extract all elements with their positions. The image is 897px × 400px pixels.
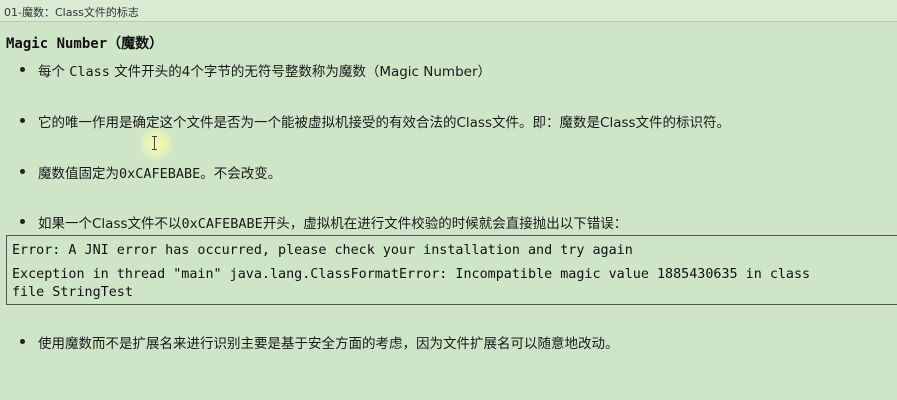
code-line: Exception in thread "main" java.lang.Cla… <box>12 267 811 282</box>
text-cursor-icon <box>152 136 157 150</box>
section-heading: Magic Number（魔数） <box>6 36 164 52</box>
class-keyword: Class <box>69 64 110 80</box>
bullet-text: 使用魔数而不是扩展名来进行识别主要是基于安全方面的考虑，因为文件扩展名可以随意地… <box>38 336 619 352</box>
bullet-text: 。不会改变。 <box>200 166 282 182</box>
cursor-highlight <box>138 126 174 162</box>
code-line: file StringTest <box>12 285 133 300</box>
bullet-text: 如果一个Class文件不以 <box>38 216 182 232</box>
error-code-block: Error: A JNI error has occurred, please … <box>6 235 897 305</box>
bullet-text: 文件开头的4个字节的无符号整数称为魔数（Magic Number） <box>109 64 492 80</box>
document-tab[interactable]: 01-魔数：Class文件的标志 <box>0 0 897 22</box>
document-tab-title: 01-魔数：Class文件的标志 <box>4 6 139 19</box>
bullet-text: 它的唯一作用是确定这个文件是否为一个能被虚拟机接受的有效合法的Class文件。即… <box>38 115 731 131</box>
magic-value: 0xCAFEBABE <box>119 166 201 182</box>
code-line: Error: A JNI error has occurred, please … <box>12 243 633 258</box>
magic-value: 0xCAFEBABE <box>181 216 263 232</box>
bullet-text: 魔数值固定为 <box>38 166 119 182</box>
bullet-text: 开头，虚拟机在进行文件校验的时候就会直接抛出以下错误： <box>262 216 628 232</box>
bullet-text: 每个 <box>38 64 70 80</box>
